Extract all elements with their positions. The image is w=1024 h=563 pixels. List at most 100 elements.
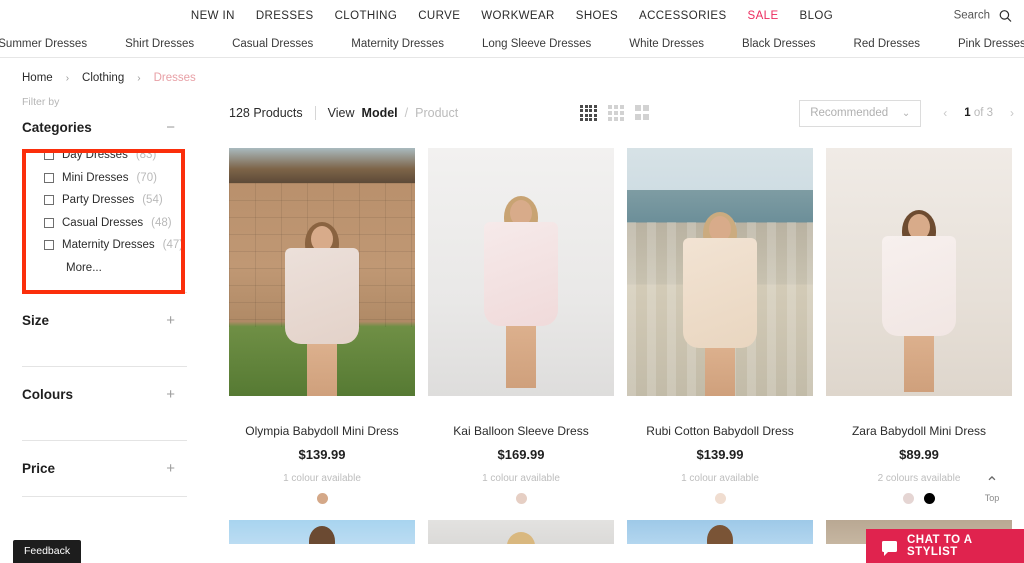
product-title[interactable]: Zara Babydoll Mini Dress: [826, 424, 1012, 438]
feedback-label: Feedback: [24, 545, 71, 557]
colour-swatch[interactable]: [924, 493, 935, 504]
breadcrumb-item-home[interactable]: Home: [22, 72, 53, 84]
filter-section-price[interactable]: Price +: [22, 439, 187, 496]
product-price: $139.99: [298, 447, 346, 462]
subnav-link-long-sleeve-dresses[interactable]: Long Sleeve Dresses: [482, 38, 591, 50]
category-count: (48): [151, 216, 172, 229]
nav-link-workwear[interactable]: WORKWEAR: [481, 10, 554, 22]
search-icon[interactable]: [999, 9, 1012, 22]
product-swatches: [428, 493, 614, 504]
product-card[interactable]: Rubi Cotton Babydoll Dress $139.99 1 col…: [627, 148, 813, 504]
nav-link-blog[interactable]: BLOG: [800, 10, 834, 22]
filter-section-size[interactable]: Size +: [22, 291, 187, 348]
nav-link-clothing[interactable]: CLOTHING: [335, 10, 398, 22]
expand-plus-icon[interactable]: +: [166, 461, 175, 476]
colour-swatch[interactable]: [714, 493, 726, 504]
product-colours-text: 1 colour available: [681, 473, 759, 484]
product-image[interactable]: [428, 520, 614, 544]
view-label: View: [327, 106, 355, 120]
breadcrumb-separator-icon: ›: [65, 72, 70, 84]
pagination: ‹ 1 of 3 ›: [943, 106, 1014, 120]
search-area[interactable]: Search: [954, 9, 1012, 22]
product-image[interactable]: [627, 520, 813, 544]
grid-density-group: [580, 104, 649, 122]
chat-to-stylist-button[interactable]: CHAT TO A STYLIST: [866, 529, 1024, 563]
expand-plus-icon[interactable]: +: [166, 387, 175, 402]
product-grid: Olympia Babydoll Mini Dress $139.99 1 co…: [229, 148, 1024, 504]
product-image[interactable]: [229, 520, 415, 544]
checkbox-icon[interactable]: [44, 240, 54, 250]
nav-link-accessories[interactable]: ACCESSORIES: [639, 10, 726, 22]
scroll-to-top-button[interactable]: ⌃ Top: [972, 476, 1012, 504]
product-image[interactable]: [627, 148, 813, 396]
subnav-link-shirt-dresses[interactable]: Shirt Dresses: [125, 38, 194, 50]
nav-link-shoes[interactable]: SHOES: [576, 10, 618, 22]
category-count: (70): [136, 171, 157, 184]
collapse-minus-icon[interactable]: −: [166, 120, 175, 135]
nav-link-dresses[interactable]: DRESSES: [256, 10, 314, 22]
subnav-link-maternity-dresses[interactable]: Maternity Dresses: [351, 38, 444, 50]
subnav-link-red-dresses[interactable]: Red Dresses: [854, 38, 920, 50]
product-price: $139.99: [696, 447, 744, 462]
product-card[interactable]: Kai Balloon Sleeve Dress $169.99 1 colou…: [428, 148, 614, 504]
filter-sidebar: Filter by Categories − Day Dresses (83) …: [22, 96, 187, 544]
expand-plus-icon[interactable]: +: [166, 313, 175, 328]
chat-bubble-icon: [882, 540, 897, 556]
product-image[interactable]: [826, 148, 1012, 396]
sort-dropdown[interactable]: Recommended ⌄: [799, 99, 922, 127]
category-filter-maternity-dresses[interactable]: Maternity Dresses (47): [44, 239, 187, 251]
filter-section-categories-header[interactable]: Categories −: [22, 120, 187, 135]
category-label: Day Dresses: [62, 149, 128, 161]
nav-link-new-in[interactable]: NEW IN: [191, 10, 235, 22]
grid-density-2-icon[interactable]: [634, 104, 649, 122]
grid-density-4-icon[interactable]: [580, 104, 597, 122]
filter-by-label: Filter by: [22, 96, 60, 108]
checkbox-icon[interactable]: [44, 150, 54, 160]
product-title[interactable]: Olympia Babydoll Mini Dress: [229, 424, 415, 438]
category-more-link[interactable]: More...: [44, 262, 187, 274]
category-filter-mini-dresses[interactable]: Mini Dresses (70): [44, 172, 187, 184]
product-title[interactable]: Rubi Cotton Babydoll Dress: [627, 424, 813, 438]
breadcrumb-item-clothing[interactable]: Clothing: [82, 72, 124, 84]
pagination-next-icon[interactable]: ›: [1010, 106, 1014, 120]
category-count: (54): [142, 194, 163, 206]
subnav-link-casual-dresses[interactable]: Casual Dresses: [232, 38, 313, 50]
product-image[interactable]: [229, 148, 415, 396]
pagination-total-pages: of 3: [973, 107, 993, 119]
product-title[interactable]: Kai Balloon Sleeve Dress: [428, 424, 614, 438]
category-filter-casual-dresses[interactable]: Casual Dresses (48): [44, 217, 187, 229]
primary-nav-links: NEW IN DRESSES CLOTHING CURVE WORKWEAR S…: [191, 10, 833, 22]
breadcrumb-separator-icon: ›: [137, 72, 141, 84]
product-card[interactable]: Olympia Babydoll Mini Dress $139.99 1 co…: [229, 148, 415, 504]
product-card[interactable]: Zara Babydoll Mini Dress $89.99 2 colour…: [826, 148, 1012, 504]
colour-swatch[interactable]: [515, 493, 527, 504]
pagination-prev-icon[interactable]: ‹: [943, 106, 947, 120]
product-price: $89.99: [899, 447, 939, 462]
sort-dropdown-value: Recommended: [810, 107, 889, 119]
product-image[interactable]: [428, 148, 614, 396]
category-filter-day-dresses[interactable]: Day Dresses (83): [44, 149, 187, 161]
nav-link-curve[interactable]: CURVE: [418, 10, 460, 22]
view-option-product[interactable]: Product: [415, 106, 458, 120]
filter-section-title-colours: Colours: [22, 386, 74, 402]
colour-swatch[interactable]: [316, 493, 328, 504]
subnav-link-summer-dresses[interactable]: Summer Dresses: [0, 38, 87, 50]
checkbox-icon[interactable]: [44, 217, 54, 228]
view-option-model[interactable]: Model: [362, 106, 398, 120]
colour-swatch[interactable]: [903, 493, 914, 504]
checkbox-icon[interactable]: [44, 195, 54, 205]
filter-section-title-size: Size: [22, 312, 50, 328]
filter-section-title-price: Price: [22, 460, 56, 476]
feedback-tab[interactable]: Feedback: [13, 540, 82, 563]
grid-density-3-icon[interactable]: [607, 104, 624, 122]
nav-link-sale[interactable]: SALE: [748, 10, 779, 22]
checkbox-icon[interactable]: [44, 172, 54, 183]
product-count-label: 128 Products: [229, 106, 303, 120]
subnav-link-black-dresses[interactable]: Black Dresses: [742, 38, 816, 50]
top-navigation-bar: NEW IN DRESSES CLOTHING CURVE WORKWEAR S…: [0, 0, 1024, 31]
subnav-link-pink-dresses[interactable]: Pink Dresses: [958, 38, 1024, 50]
category-filter-party-dresses[interactable]: Party Dresses (54): [44, 194, 187, 206]
subnav-link-white-dresses[interactable]: White Dresses: [629, 38, 704, 50]
filter-section-colours[interactable]: Colours +: [22, 365, 187, 422]
view-mode-group: View Model / Product: [328, 106, 459, 120]
